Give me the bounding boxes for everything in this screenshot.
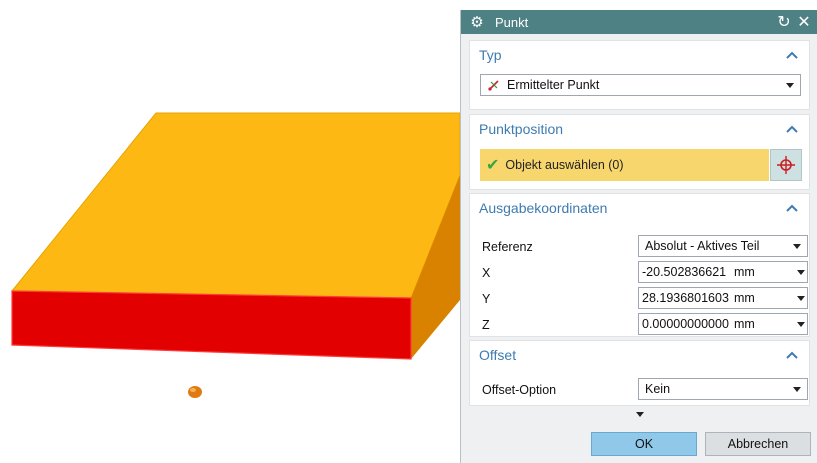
referenz-select[interactable]: Absolut - Aktives Teil [638,235,808,257]
referenz-label: Referenz [482,240,533,254]
section-ausgabekoordinaten-title: Ausgabekoordinaten [479,200,608,216]
inferred-point-icon [487,78,503,92]
section-punktposition: Punktposition ✔ Objekt auswählen (0) [469,114,810,190]
chevron-down-icon [793,243,801,249]
block-top-face[interactable] [10,112,460,299]
more-options-toggle[interactable] [469,407,810,421]
model-view[interactable] [0,0,460,463]
crosshair-icon [777,156,795,174]
point-dialog-button[interactable] [770,149,802,181]
chevron-up-icon[interactable] [785,122,799,136]
punkt-dialog: ⚙ Punkt ↻ ✕ Typ Ermittelter Punkt Punktp… [460,10,817,463]
referenz-select-value: Absolut - Aktives Teil [645,239,760,253]
typ-select-value: Ermittelter Punkt [507,78,600,92]
chevron-down-icon[interactable] [791,295,807,301]
coord-z-value[interactable]: 0.00000000000 [639,317,732,331]
graphics-viewport[interactable] [0,0,460,463]
section-ausgabekoordinaten: Ausgabekoordinaten Referenz Absolut - Ak… [469,193,810,337]
chevron-up-icon[interactable] [785,348,799,362]
coord-z-label: Z [482,318,490,332]
offset-option-select[interactable]: Kein [638,378,808,400]
coord-x-unit: mm [734,265,755,279]
reset-icon[interactable]: ↻ [776,14,792,31]
coord-y-field[interactable]: 28.1936801603 mm [638,287,808,309]
chevron-down-icon[interactable] [791,321,807,327]
select-object-label: Objekt auswählen (0) [505,158,624,172]
section-offset: Offset Offset-Option Kein [469,340,810,406]
section-offset-header[interactable]: Offset [470,341,809,369]
chevron-down-icon [793,386,801,392]
offset-option-label: Offset-Option [482,383,557,397]
section-offset-title: Offset [479,347,517,363]
chevron-down-icon[interactable] [791,269,807,275]
section-typ: Typ Ermittelter Punkt [469,40,810,110]
section-typ-title: Typ [479,47,502,63]
point-marker-highlight [190,388,196,392]
coord-x-field[interactable]: -20.502836621 mm [638,261,808,283]
dialog-titlebar[interactable]: ⚙ Punkt ↻ ✕ [461,10,817,34]
gear-icon[interactable]: ⚙ [469,14,485,31]
coord-x-label: X [482,266,491,280]
coord-y-unit: mm [734,291,755,305]
ok-button[interactable]: OK [591,432,697,456]
section-typ-header[interactable]: Typ [470,41,809,69]
cancel-button[interactable]: Abbrechen [705,432,811,456]
chevron-down-icon [635,411,644,417]
coord-z-field[interactable]: 0.00000000000 mm [638,313,808,335]
chevron-down-icon [786,82,794,88]
section-punktposition-title: Punktposition [479,121,564,137]
block-front-face[interactable] [11,290,412,360]
coord-y-value[interactable]: 28.1936801603 [639,291,732,305]
checkmark-icon: ✔ [486,157,500,174]
typ-select[interactable]: Ermittelter Punkt [480,74,801,96]
section-punktposition-header[interactable]: Punktposition [470,115,809,143]
chevron-up-icon[interactable] [785,201,799,215]
offset-option-value: Kein [645,382,671,396]
coord-y-label: Y [482,292,491,306]
close-icon[interactable]: ✕ [796,14,812,31]
point-marker[interactable] [188,386,202,398]
coord-z-unit: mm [734,317,755,331]
coord-x-value[interactable]: -20.502836621 [639,265,732,279]
select-object-row[interactable]: ✔ Objekt auswählen (0) [480,149,769,181]
section-ausgabekoordinaten-header[interactable]: Ausgabekoordinaten [470,194,809,222]
dialog-title: Punkt [495,14,529,30]
chevron-up-icon[interactable] [785,48,799,62]
